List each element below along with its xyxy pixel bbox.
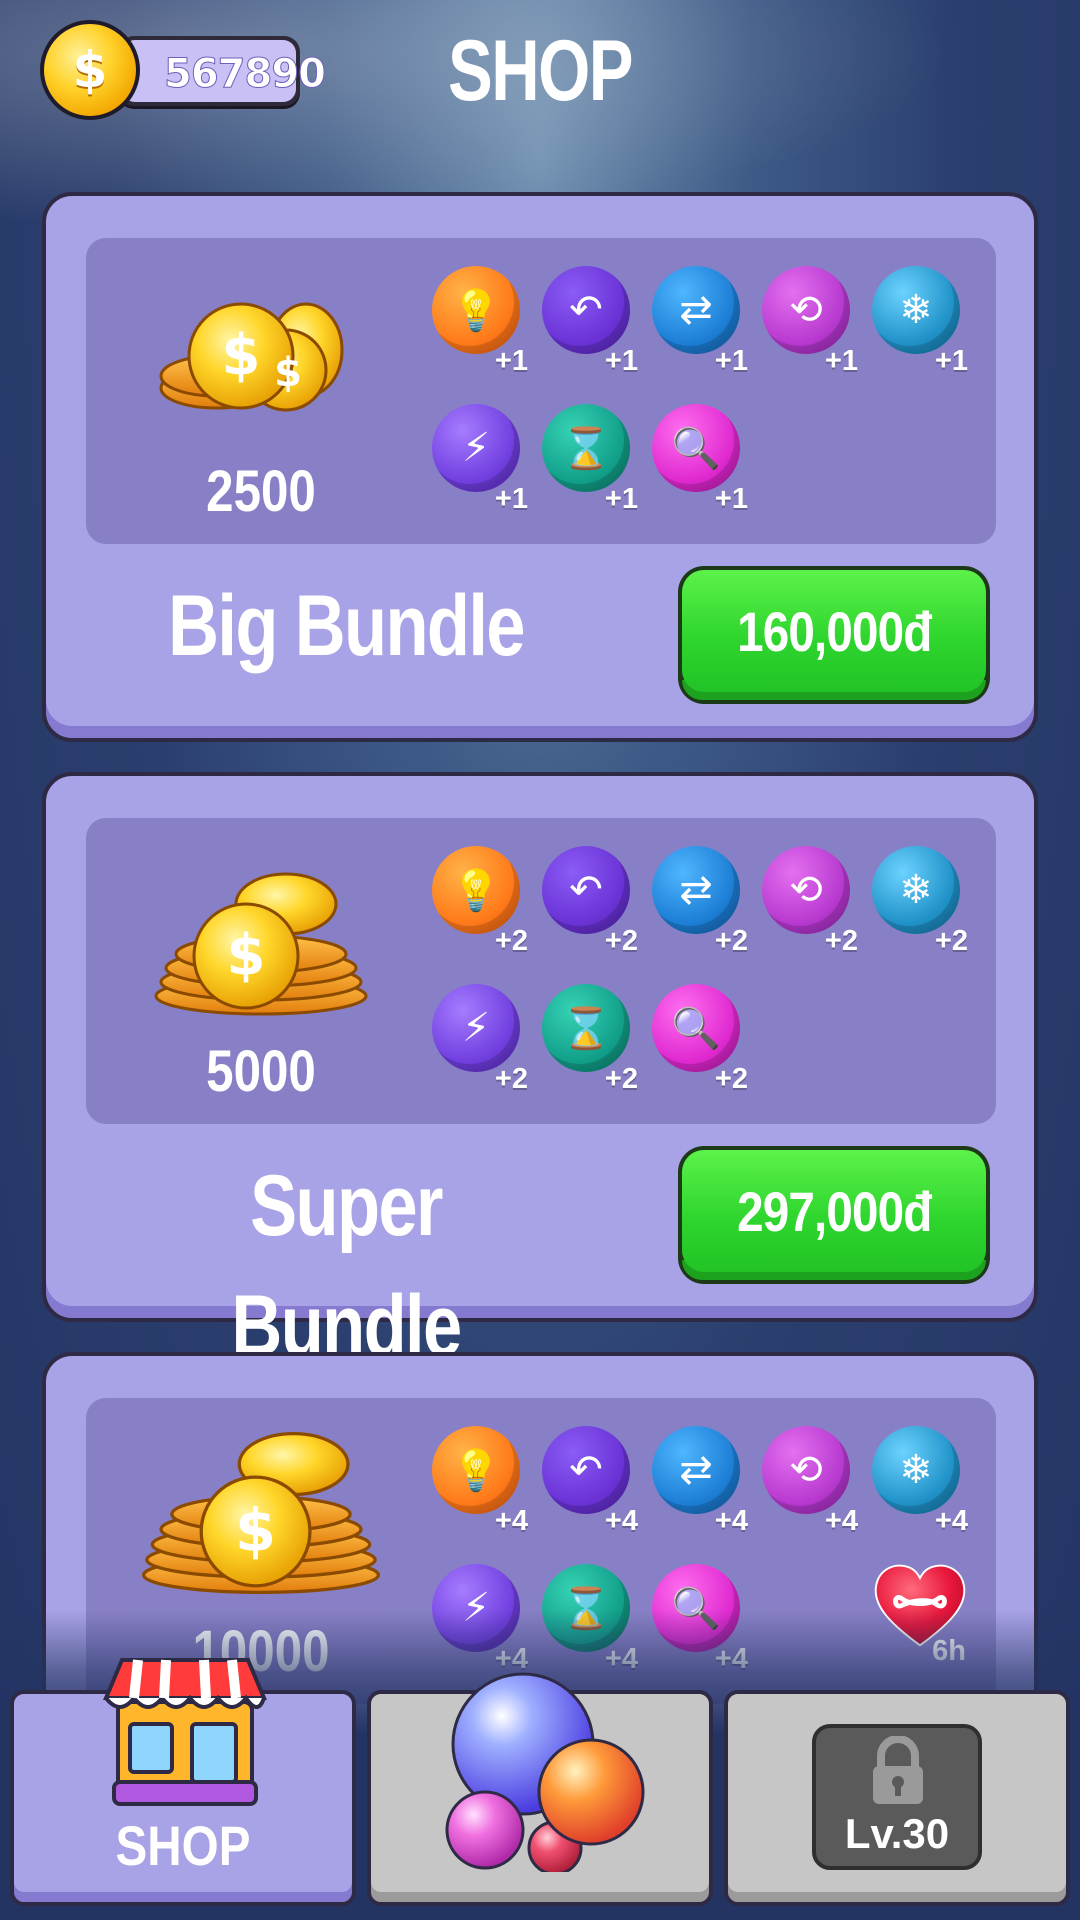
magnifier-icon: 🔍 bbox=[652, 984, 740, 1072]
item-count: +4 bbox=[824, 1505, 858, 1537]
item-count: +2 bbox=[604, 925, 638, 957]
nav-tab-shop[interactable]: SHOP bbox=[10, 1658, 356, 1906]
bundle-contents-panel: $ $ 2500 💡 +1 ↶ +1 ⇄ +1 ⟲ +1 ❄ +1 ⚡ +1 ⌛ +1 🔍 +1 bbox=[86, 238, 996, 544]
lightning-icon: ⚡ bbox=[432, 404, 520, 492]
item-undo: ↶ +2 bbox=[542, 846, 638, 957]
bundle-items-grid: 💡 +2 ↶ +2 ⇄ +2 ⟲ +2 ❄ +2 ⚡ +2 ⌛ +2 🔍 +2 bbox=[432, 846, 992, 1116]
padlock-icon bbox=[873, 1736, 923, 1804]
item-count: +2 bbox=[714, 925, 748, 957]
item-lightbulb: 💡 +4 bbox=[432, 1426, 528, 1537]
item-count: +4 bbox=[604, 1505, 638, 1537]
coin-symbol: $ bbox=[72, 41, 108, 99]
item-count: +2 bbox=[494, 1063, 528, 1095]
item-freeze: ❄ +1 bbox=[872, 266, 968, 377]
add-time-hourglass-icon: ⌛ bbox=[542, 984, 630, 1072]
swap-arrows-icon: ⟲ bbox=[762, 1426, 850, 1514]
add-time-hourglass-icon: ⌛ bbox=[542, 404, 630, 492]
item-count: +4 bbox=[934, 1505, 968, 1537]
undo-arrow-icon: ↶ bbox=[542, 1426, 630, 1514]
item-freeze: ❄ +4 bbox=[872, 1426, 968, 1537]
buy-big-bundle-button[interactable]: 160,000đ bbox=[678, 566, 990, 704]
item-add-time: ⌛ +2 bbox=[542, 984, 638, 1095]
item-swap: ⟲ +4 bbox=[762, 1426, 858, 1537]
coin-pile-icon: $ bbox=[141, 1432, 381, 1594]
bundle-name: Big Bundle bbox=[168, 578, 525, 674]
item-lightning: ⚡ +2 bbox=[432, 984, 528, 1095]
shuffle-arrows-icon: ⇄ bbox=[652, 846, 740, 934]
item-count: +2 bbox=[934, 925, 968, 957]
item-add-time: ⌛ +1 bbox=[542, 404, 638, 515]
item-count: +2 bbox=[714, 1063, 748, 1095]
item-shuffle: ⇄ +1 bbox=[652, 266, 748, 377]
undo-arrow-icon: ↶ bbox=[542, 846, 630, 934]
svg-text:$: $ bbox=[227, 923, 266, 988]
item-shuffle: ⇄ +2 bbox=[652, 846, 748, 957]
item-count: +1 bbox=[714, 483, 748, 515]
nav-tab-locked[interactable]: Lv.30 bbox=[724, 1690, 1070, 1906]
page-title: SHOP bbox=[448, 23, 633, 119]
item-count: +1 bbox=[494, 345, 528, 377]
item-count: +1 bbox=[604, 483, 638, 515]
lightbulb-icon: 💡 bbox=[432, 846, 520, 934]
bundle-coin-amount: 2500 bbox=[206, 459, 316, 524]
shuffle-arrows-icon: ⇄ bbox=[652, 1426, 740, 1514]
freeze-hourglass-icon: ❄ bbox=[872, 1426, 960, 1514]
item-count: +4 bbox=[494, 1505, 528, 1537]
freeze-hourglass-icon: ❄ bbox=[872, 846, 960, 934]
svg-text:$: $ bbox=[274, 350, 302, 396]
item-count: +2 bbox=[824, 925, 858, 957]
item-count: +1 bbox=[714, 345, 748, 377]
swap-arrows-icon: ⟲ bbox=[762, 846, 850, 934]
unlock-level-label: Lv.30 bbox=[844, 1810, 950, 1857]
bundle-items-grid: 💡 +1 ↶ +1 ⇄ +1 ⟲ +1 ❄ +1 ⚡ +1 ⌛ +1 🔍 +1 bbox=[432, 266, 992, 536]
item-shuffle: ⇄ +4 bbox=[652, 1426, 748, 1537]
bundle-coin-amount: 5000 bbox=[206, 1039, 316, 1104]
item-lightbulb: 💡 +1 bbox=[432, 266, 528, 377]
bundle-contents-panel: $ 5000 💡 +2 ↶ +2 ⇄ +2 ⟲ +2 ❄ +2 ⚡ +2 ⌛ +2 🔍 +2 bbox=[86, 818, 996, 1124]
svg-text:$: $ bbox=[235, 1497, 276, 1565]
item-lightbulb: 💡 +2 bbox=[432, 846, 528, 957]
freeze-hourglass-icon: ❄ bbox=[872, 266, 960, 354]
item-swap: ⟲ +2 bbox=[762, 846, 858, 957]
svg-text:$: $ bbox=[222, 323, 261, 388]
coin-pile-icon: $ bbox=[154, 872, 368, 1016]
shuffle-arrows-icon: ⇄ bbox=[652, 266, 740, 354]
store-icon bbox=[102, 1658, 268, 1806]
nav-tab-balls[interactable] bbox=[367, 1672, 713, 1906]
item-freeze: ❄ +2 bbox=[872, 846, 968, 957]
item-count: +1 bbox=[494, 483, 528, 515]
item-swap: ⟲ +1 bbox=[762, 266, 858, 377]
buy-super-bundle-button[interactable]: 297,000đ bbox=[678, 1146, 990, 1284]
item-count: +2 bbox=[494, 925, 528, 957]
item-count: +4 bbox=[714, 1505, 748, 1537]
item-lightning: ⚡ +1 bbox=[432, 404, 528, 515]
item-count: +1 bbox=[604, 345, 638, 377]
item-undo: ↶ +1 bbox=[542, 266, 638, 377]
item-count: +1 bbox=[824, 345, 858, 377]
nav-tab-shop-label: SHOP bbox=[115, 1814, 251, 1877]
bundle-name: Super Bundle bbox=[231, 1158, 462, 1374]
price-label: 160,000đ bbox=[736, 599, 932, 663]
locked-panel: Lv.30 bbox=[812, 1724, 982, 1870]
bundle-card-big: $ $ 2500 💡 +1 ↶ +1 ⇄ +1 ⟲ +1 ❄ +1 ⚡ +1 ⌛ +1 🔍 +1… bbox=[42, 192, 1038, 742]
price-label: 297,000đ bbox=[736, 1179, 932, 1243]
undo-arrow-icon: ↶ bbox=[542, 266, 630, 354]
item-count: +1 bbox=[934, 345, 968, 377]
coin-pile-icon: $ $ bbox=[159, 302, 344, 412]
lightbulb-icon: 💡 bbox=[432, 1426, 520, 1514]
balls-icon bbox=[445, 1672, 645, 1872]
item-magnifier: 🔍 +2 bbox=[652, 984, 748, 1095]
lightning-icon: ⚡ bbox=[432, 984, 520, 1072]
item-undo: ↶ +4 bbox=[542, 1426, 638, 1537]
magnifier-icon: 🔍 bbox=[652, 404, 740, 492]
lightbulb-icon: 💡 bbox=[432, 266, 520, 354]
item-magnifier: 🔍 +1 bbox=[652, 404, 748, 515]
bundle-card-super: $ 5000 💡 +2 ↶ +2 ⇄ +2 ⟲ +2 ❄ +2 ⚡ +2 ⌛ +2 🔍 +2 S… bbox=[42, 772, 1038, 1374]
item-count: +2 bbox=[604, 1063, 638, 1095]
swap-arrows-icon: ⟲ bbox=[762, 266, 850, 354]
